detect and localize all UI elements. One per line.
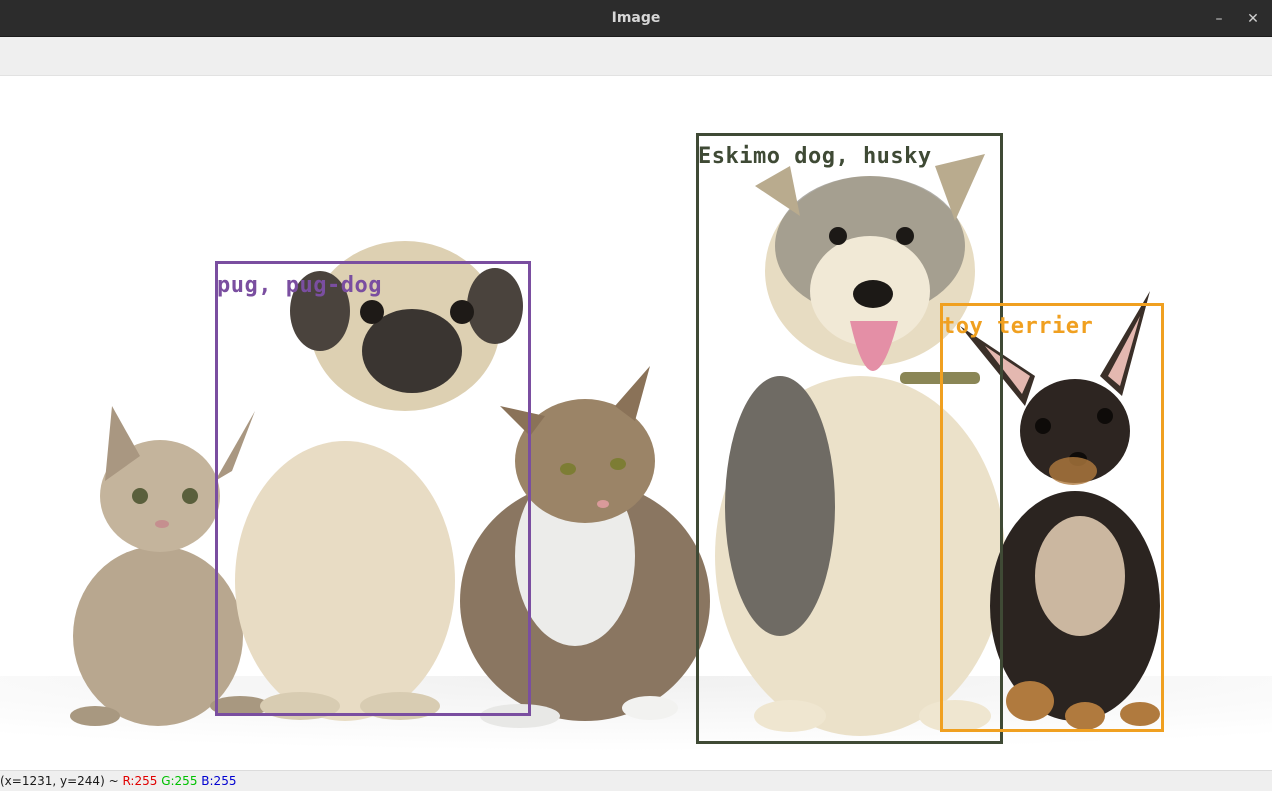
minimize-button[interactable]: – bbox=[1208, 8, 1230, 30]
close-button[interactable]: ✕ bbox=[1242, 8, 1264, 30]
detection-box-pug bbox=[215, 261, 531, 716]
window-titlebar: Image – ✕ bbox=[0, 0, 1272, 37]
toolbar bbox=[0, 37, 1272, 76]
pixel-red-value: R:255 bbox=[122, 774, 158, 788]
detection-label-toy-terrier: toy terrier bbox=[942, 314, 1094, 339]
detection-label-husky: Eskimo dog, husky bbox=[698, 144, 932, 169]
detection-box-toy-terrier bbox=[940, 303, 1164, 732]
cursor-coordinates: (x=1231, y=244) ~ bbox=[0, 774, 119, 788]
pixel-green-value: G:255 bbox=[161, 774, 198, 788]
image-canvas[interactable]: pug, pug-dog Eskimo dog, husky toy terri… bbox=[0, 76, 1272, 770]
pixel-blue-value: B:255 bbox=[201, 774, 237, 788]
status-bar: (x=1231, y=244) ~ R:255 G:255 B:255 bbox=[0, 770, 1272, 791]
detection-label-pug: pug, pug-dog bbox=[217, 273, 382, 298]
window-title: Image bbox=[611, 10, 661, 26]
